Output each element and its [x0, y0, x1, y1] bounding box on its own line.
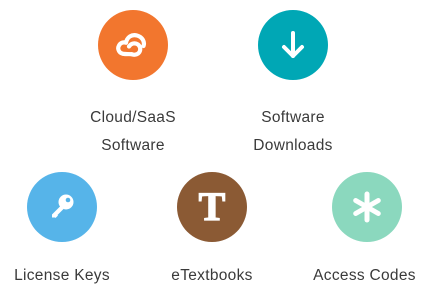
downloads-label-line2: Downloads: [253, 137, 333, 154]
access-codes-label: Access Codes: [313, 267, 416, 284]
cloud-saas-software-label: Cloud/SaaS Software: [58, 104, 208, 160]
key-icon: [52, 194, 74, 218]
delivery-options-grid: Cloud/SaaS Software Software Downloads L…: [0, 0, 429, 288]
key-icon-circle[interactable]: [27, 172, 97, 242]
book-icon-circle[interactable]: T: [177, 172, 247, 242]
asterisk-icon-circle[interactable]: [332, 172, 402, 242]
license-keys-label: License Keys: [14, 267, 110, 284]
software-downloads-label: Software Downloads: [218, 104, 368, 160]
download-arrow-icon: [282, 31, 304, 58]
download-icon-circle[interactable]: [258, 10, 328, 80]
cloud-icon-circle[interactable]: [98, 10, 168, 80]
letter-t-icon: T: [198, 184, 226, 229]
downloads-label-line1: Software: [261, 109, 325, 126]
cloud-label-line2: Software: [101, 137, 165, 154]
asterisk-icon: [353, 191, 381, 223]
etextbooks-label: eTextbooks: [171, 267, 253, 284]
cloud-label-line1: Cloud/SaaS: [90, 109, 176, 126]
cloud-icon: [116, 33, 146, 57]
